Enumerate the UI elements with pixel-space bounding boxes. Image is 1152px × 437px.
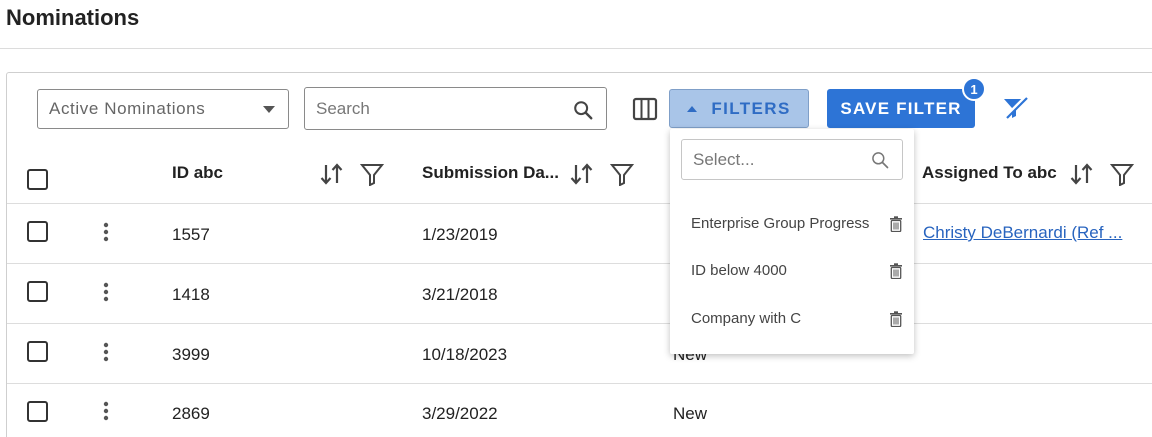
saved-filters-dropdown: Enterprise Group Progress ID below 4000 … <box>670 129 914 354</box>
saved-filter-label: Enterprise Group Progress <box>691 215 870 232</box>
search-icon[interactable] <box>572 99 594 121</box>
trash-icon[interactable] <box>889 311 903 327</box>
caret-up-icon <box>687 105 698 112</box>
column-header-assigned-to[interactable]: Assigned To abc <box>922 163 1057 183</box>
saved-filter-label: Company with C <box>691 310 802 327</box>
row-divider <box>7 383 1152 384</box>
view-select-value: Active Nominations <box>49 99 206 118</box>
page-title: Nominations <box>6 5 140 30</box>
row-divider <box>7 263 1152 264</box>
assigned-to-link[interactable]: Christy DeBernardi (Ref ... <box>923 223 1122 243</box>
sort-icon[interactable] <box>319 162 345 186</box>
view-select[interactable]: Active Nominations <box>37 89 289 129</box>
saved-filter-count-badge: 1 <box>962 77 986 101</box>
row-checkbox[interactable] <box>27 341 48 362</box>
filter-search-input[interactable] <box>693 149 863 170</box>
cell-id: 2869 <box>172 404 210 423</box>
save-filter-label: SAVE FILTER <box>840 98 962 118</box>
filters-button[interactable]: FILTERS <box>669 89 809 128</box>
sort-icon[interactable] <box>569 162 595 186</box>
saved-filter-item[interactable]: Company with C <box>670 300 914 340</box>
search-icon <box>872 152 889 169</box>
select-all-checkbox[interactable] <box>27 169 48 190</box>
row-checkbox[interactable] <box>27 221 48 242</box>
saved-filter-label: ID below 4000 <box>691 262 787 279</box>
saved-filter-item[interactable]: ID below 4000 <box>670 252 914 292</box>
cell-submission-date: 1/23/2019 <box>422 225 498 244</box>
trash-icon[interactable] <box>889 263 903 279</box>
row-checkbox[interactable] <box>27 281 48 302</box>
more-vert-icon[interactable] <box>102 342 110 362</box>
trash-icon[interactable] <box>889 216 903 232</box>
sort-icon[interactable] <box>1069 162 1095 186</box>
more-vert-icon[interactable] <box>102 282 110 302</box>
save-filter-button[interactable]: SAVE FILTER <box>827 89 975 128</box>
search-field[interactable] <box>304 87 607 130</box>
filter-funnel-icon[interactable] <box>360 162 384 186</box>
column-header-submission-date[interactable]: Submission Da... <box>422 163 559 183</box>
filter-funnel-icon[interactable] <box>1110 162 1134 186</box>
cell-id: 1557 <box>172 225 210 244</box>
column-header-id[interactable]: ID abc <box>172 163 223 183</box>
row-divider <box>7 323 1152 324</box>
cell-id: 3999 <box>172 345 210 364</box>
cell-submission-date: 10/18/2023 <box>422 345 508 364</box>
cell-submission-date: 3/29/2022 <box>422 404 498 423</box>
filter-search-field[interactable] <box>681 139 903 180</box>
filters-button-label: FILTERS <box>711 98 791 118</box>
clear-filter-icon[interactable] <box>1001 95 1029 121</box>
row-checkbox[interactable] <box>27 401 48 422</box>
chevron-down-icon <box>263 106 275 113</box>
more-vert-icon[interactable] <box>102 401 110 421</box>
columns-icon[interactable] <box>632 96 658 122</box>
title-divider <box>0 48 1152 49</box>
cell-id: 1418 <box>172 285 210 304</box>
cell-submission-date: 3/21/2018 <box>422 285 498 304</box>
row-divider <box>7 203 1152 204</box>
more-vert-icon[interactable] <box>102 222 110 242</box>
filter-funnel-icon[interactable] <box>610 162 634 186</box>
cell-status: New <box>673 404 708 423</box>
saved-filter-item[interactable]: Enterprise Group Progress <box>670 205 914 245</box>
search-input[interactable] <box>316 98 556 119</box>
